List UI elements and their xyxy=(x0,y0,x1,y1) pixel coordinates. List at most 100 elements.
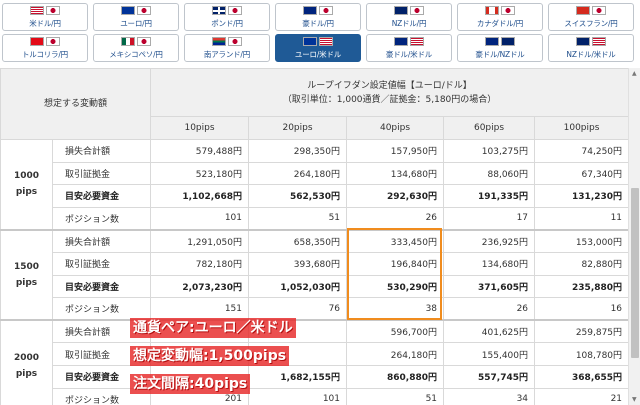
flags xyxy=(394,37,424,47)
value-cell: 51 xyxy=(248,206,348,231)
au-flag-icon xyxy=(394,37,408,46)
range-cell: 1000 pips xyxy=(0,138,53,231)
value-cell: 157,950円 xyxy=(346,139,445,163)
us-flag-icon xyxy=(592,37,606,46)
value-cell: 108,780円 xyxy=(534,342,630,366)
table-row: 取引証拠金 523,180円 264,180円 134,680円 88,060円 67,3… xyxy=(1,161,630,186)
value-cell: 401,625円 xyxy=(443,319,536,344)
highlight-box xyxy=(347,228,442,320)
nz-flag-icon xyxy=(394,6,408,15)
table-title: ループイフダン設定値幅【ユーロ/ドル】 （取引単位：1,000通貨／証拠金：5,… xyxy=(150,68,630,117)
jp-flag-icon xyxy=(410,6,424,15)
pips-column-header: 60pips xyxy=(443,116,536,140)
nz-flag-icon xyxy=(501,37,515,46)
value-cell: 557,745円 xyxy=(443,364,536,389)
scroll-up-icon[interactable]: ▲ xyxy=(632,70,637,77)
value-cell: 191,335円 xyxy=(443,184,536,208)
value-cell: 11 xyxy=(534,206,630,231)
tab-label: 南アランド/円 xyxy=(203,49,251,59)
value-cell: 596,700円 xyxy=(346,319,445,344)
jp-flag-icon xyxy=(592,6,606,15)
tab-label: カナダドル/円 xyxy=(476,18,524,28)
scrollbar-thumb[interactable] xyxy=(631,188,639,358)
tab-currency-pair[interactable]: 米ドル/円 xyxy=(2,3,88,31)
flags xyxy=(303,37,333,47)
tab-label: NZドル/円 xyxy=(391,18,427,28)
value-cell: 67,340円 xyxy=(534,161,630,186)
table-row: 目安必要資金 1,102,668円 562,530円 292,630円 191,335円… xyxy=(1,184,630,208)
us-flag-icon xyxy=(30,6,44,15)
flags xyxy=(485,37,515,47)
flags xyxy=(212,6,242,16)
value-cell: 264,180円 xyxy=(248,161,348,186)
tab-currency-pair[interactable]: 豪ドル/米ドル xyxy=(366,34,452,62)
value-cell: 298,350円 xyxy=(248,139,348,163)
tab-currency-pair[interactable]: カナダドル/円 xyxy=(457,3,543,31)
value-cell: 579,488円 xyxy=(150,139,250,163)
tab-currency-pair[interactable]: スイスフラン/円 xyxy=(548,3,634,31)
value-cell: 16 xyxy=(534,297,630,321)
tab-currency-pair[interactable]: ユーロ/円 xyxy=(93,3,179,31)
value-cell: 1,102,668円 xyxy=(150,184,250,208)
tab-label: 豪ドル/米ドル xyxy=(385,49,433,59)
jp-flag-icon xyxy=(137,6,151,15)
tab-currency-pair[interactable]: トルコリラ/円 xyxy=(2,34,88,62)
flags xyxy=(30,37,60,47)
value-cell: 235,880円 xyxy=(534,274,630,299)
flags xyxy=(394,6,424,16)
value-cell: 26 xyxy=(443,297,536,321)
tab-currency-pair[interactable]: NZドル/米ドル xyxy=(548,34,634,62)
jp-flag-icon xyxy=(46,37,60,46)
value-cell: 51 xyxy=(346,387,445,405)
value-cell: 151 xyxy=(150,297,250,321)
pips-column-header: 100pips xyxy=(534,116,630,140)
gb-flag-icon xyxy=(212,6,226,15)
pips-column-header: 10pips xyxy=(150,116,250,140)
flags xyxy=(30,6,60,16)
value-cell: 134,680円 xyxy=(346,161,445,186)
table-row: 取引証拠金 264,180円 155,400円 108,780円 xyxy=(1,342,630,366)
tab-label: 米ドル/円 xyxy=(29,18,61,28)
nz-flag-icon xyxy=(576,37,590,46)
value-cell: 26 xyxy=(346,206,445,231)
tab-currency-pair[interactable]: メキシコペソ/円 xyxy=(93,34,179,62)
flags xyxy=(121,6,151,16)
value-cell: 562,530円 xyxy=(248,184,348,208)
jp-flag-icon xyxy=(228,37,242,46)
flags xyxy=(485,6,515,16)
flags xyxy=(303,6,333,16)
jp-flag-icon xyxy=(319,6,333,15)
value-cell: 101 xyxy=(248,387,348,405)
value-cell: 259,875円 xyxy=(534,319,630,344)
scroll-down-icon[interactable]: ▼ xyxy=(632,396,637,403)
us-flag-icon xyxy=(410,37,424,46)
value-cell: 393,680円 xyxy=(248,251,348,276)
table-row: 1500 pips 損失合計額 1,291,050円 658,350円 333,450円… xyxy=(0,228,630,321)
tab-label: トルコリラ/円 xyxy=(22,49,68,59)
eu-flag-icon xyxy=(121,6,135,15)
value-cell: 88,060円 xyxy=(443,161,536,186)
tab-currency-pair[interactable]: ポンド/円 xyxy=(184,3,270,31)
tr-flag-icon xyxy=(30,37,44,46)
flags xyxy=(121,37,151,47)
tab-currency-pair[interactable]: ユーロ/米ドル xyxy=(275,34,361,62)
value-cell: 103,275円 xyxy=(443,139,536,163)
table-row: ポジション数 201 101 51 34 21 xyxy=(1,387,630,405)
tab-currency-pair[interactable]: NZドル/円 xyxy=(366,3,452,31)
au-flag-icon xyxy=(303,6,317,15)
table-row: 1000 pips 損失合計額 579,488円 298,350円 157,950円 10… xyxy=(0,138,630,231)
value-cell: 17 xyxy=(443,206,536,231)
value-cell: 371,605円 xyxy=(443,274,536,299)
vertical-scrollbar[interactable]: ▲ ▼ xyxy=(628,68,640,405)
value-cell: 2,073,230円 xyxy=(150,274,250,299)
tab-label: 豪ドル/NZドル xyxy=(475,49,525,59)
tab-currency-pair[interactable]: 豪ドル/NZドル xyxy=(457,34,543,62)
tab-currency-pair[interactable]: 豪ドル/円 xyxy=(275,3,361,31)
loop-ifdone-table: 想定する変動額 ループイフダン設定値幅【ユーロ/ドル】 （取引単位：1,000通… xyxy=(0,68,630,405)
za-flag-icon xyxy=(212,37,226,46)
row-label: 取引証拠金 xyxy=(51,161,152,186)
value-cell: 292,630円 xyxy=(346,184,445,208)
value-cell: 76 xyxy=(248,297,348,321)
tab-label: メキシコペソ/円 xyxy=(109,49,163,59)
tab-currency-pair[interactable]: 南アランド/円 xyxy=(184,34,270,62)
